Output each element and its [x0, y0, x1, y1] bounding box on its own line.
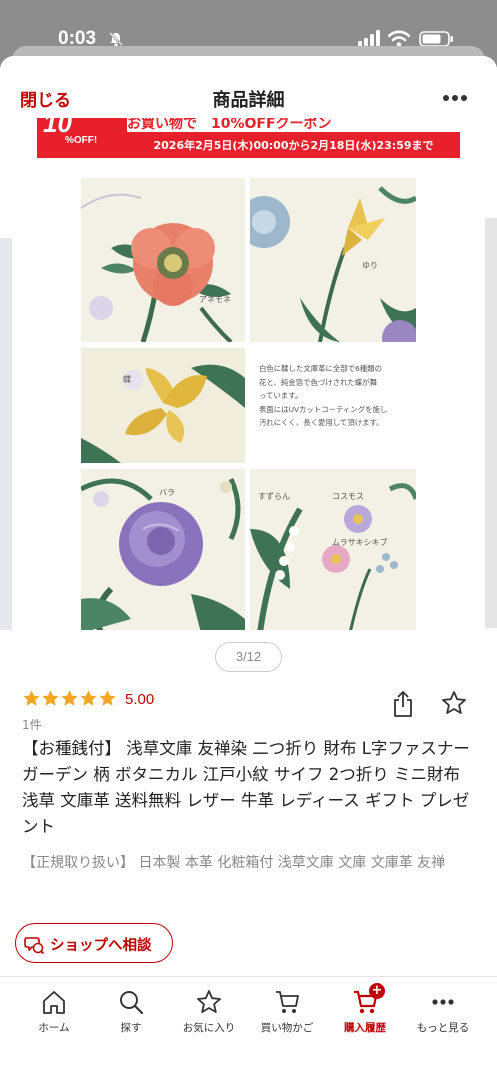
more-icon [432, 999, 454, 1005]
description-line: 汚れにくく、長く愛用して頂けます。 [259, 418, 384, 427]
banner-date: 2026年2月5日(木)00:00から2月18日(水)23:59まで [153, 139, 434, 152]
signal-icon [358, 30, 380, 46]
rating-value: 5.00 [125, 691, 155, 708]
star-filled-icon [99, 690, 116, 706]
tab-search[interactable]: 探す [91, 989, 171, 1035]
caption-anemone: アネモネ [199, 295, 231, 304]
rating-row[interactable]: 5.00 [22, 688, 154, 712]
previous-image-peek[interactable] [0, 238, 12, 630]
bell-off-icon [109, 32, 123, 47]
caption-butterfly: 蝶 [123, 375, 131, 384]
rose-photo: バラ [81, 469, 245, 630]
product-title: 【お種銭付】 浅草文庫 友禅染 二つ折り 財布 L字ファスナー ガーデン 柄 ボ… [22, 739, 470, 836]
page-title: 商品詳細 [212, 90, 285, 111]
more-options-button[interactable] [443, 86, 471, 108]
shop-consult-label: ショップへ相談 [50, 938, 152, 954]
star-filled-icon [42, 690, 59, 706]
tab-cart[interactable]: 買い物かご [247, 989, 327, 1035]
tab-label: 購入履歴 [344, 1022, 386, 1034]
caption-mugwort: ムラサキシキブ [332, 538, 388, 547]
image-gallery[interactable]: 10 %OFF! お買い物で 10%OFFクーポン 2026年2月5日(木)00… [0, 118, 497, 630]
page-indicator: 3/12 [215, 642, 282, 672]
tab-label: もっと見る [416, 1022, 470, 1034]
cart-icon [276, 991, 299, 1013]
review-count[interactable]: 1件 [22, 716, 42, 733]
lily-of-valley-photo: すずらん コスモス ムラサキシキブ [250, 469, 416, 630]
tab-label: お気に入り [182, 1022, 236, 1034]
caption-rose: バラ [159, 488, 175, 497]
star-icon [197, 990, 221, 1013]
tab-favorites[interactable]: お気に入り [169, 989, 249, 1035]
star-filled-icon [61, 690, 78, 706]
tab-purchase-history[interactable]: + 購入履歴 [325, 983, 405, 1035]
shop-consult-button[interactable]: ショップへ相談 [15, 923, 173, 963]
banner-off-label: %OFF! [65, 135, 98, 146]
anemone-illustration [81, 178, 245, 342]
product-subtitle: 【正規取り扱い】 日本製 本革 化粧箱付 浅草文庫 文庫 文庫革 友禅 [22, 855, 446, 871]
lily-photo: ゆり [250, 178, 416, 342]
caption-lily: ゆり [362, 261, 378, 270]
battery-icon [419, 31, 453, 47]
caption-lily-of-valley: すずらん [258, 492, 290, 501]
share-icon[interactable] [391, 690, 415, 718]
anemone-photo: アネモネ [81, 178, 245, 342]
description-line: 花と、純金箔で色づけされた蝶が舞 [259, 377, 377, 387]
next-image-peek[interactable] [485, 218, 497, 628]
banner-headline: お買い物で 10%OFFクーポン [127, 118, 332, 132]
tab-label: 買い物かご [260, 1022, 314, 1034]
dot-icon [443, 95, 449, 101]
history-badge: + [369, 983, 385, 999]
caption-cosmos: コスモス [332, 492, 364, 501]
tab-home[interactable]: ホーム [14, 989, 94, 1035]
tab-label: ホーム [38, 1022, 70, 1034]
search-icon [120, 991, 144, 1015]
tab-more[interactable]: もっと見る [403, 989, 483, 1035]
description-line: っています。 [259, 391, 303, 400]
home-icon [43, 991, 65, 1014]
dot-icon [452, 95, 458, 101]
chat-icon [24, 937, 44, 954]
description-panel: 白色に鞣した文庫革に全部で6種類の 花と、純金箔で色づけされた蝶が舞 っています… [250, 348, 416, 463]
description-text: 白色に鞣した文庫革に全部で6種類の 花と、純金箔で色づけされた蝶が舞 っています… [259, 362, 409, 430]
star-filled-icon [23, 690, 40, 706]
butterfly-photo: 蝶 [81, 348, 245, 463]
star-filled-icon [80, 690, 97, 706]
header: 閉じる 商品詳細 [0, 56, 497, 118]
product-detail-sheet: 閉じる 商品詳細 10 %OFF! お買い物で 10%OFFクーポン 2026年… [0, 56, 497, 1080]
lily-illustration [250, 178, 416, 342]
coupon-banner[interactable]: 10 %OFF! お買い物で 10%OFFクーポン 2026年2月5日(木)00… [37, 118, 460, 158]
tab-label: 探す [120, 1022, 142, 1034]
bottom-tab-bar: ホーム 探す お気に入り 買い物かご + 購入履歴 もっと見る [0, 976, 497, 1080]
description-line: 表面にはUVカットコーティングを施し [259, 404, 388, 414]
butterfly-illustration [81, 348, 245, 463]
dot-icon [461, 95, 467, 101]
favorite-star-icon[interactable] [441, 690, 467, 716]
wifi-icon [388, 30, 410, 47]
description-line: 白色に鞣した文庫革に全部で6種類の [259, 364, 382, 373]
